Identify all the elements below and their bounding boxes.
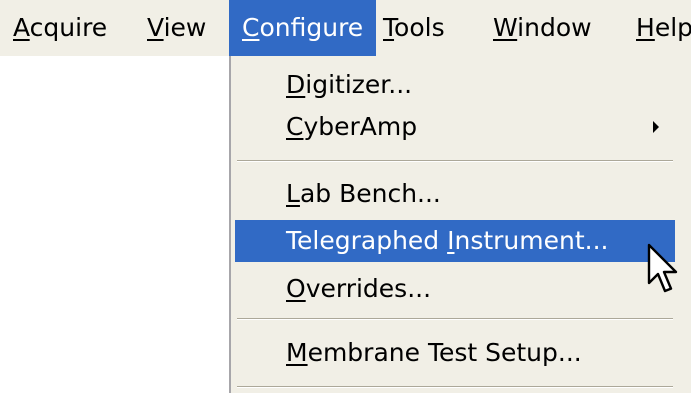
menu-item-membrane-test-setup[interactable]: Membrane Test Setup... (235, 332, 675, 374)
menu-item-overrides[interactable]: Overrides... (235, 268, 675, 310)
menu-bar: Acquire View Configure Tools Window Help (0, 0, 691, 56)
menu-tools[interactable]: Tools (370, 0, 458, 56)
menu-item-lab-bench[interactable]: Lab Bench... (235, 173, 675, 215)
menu-help[interactable]: Help (623, 0, 691, 56)
menu-item-digitizer[interactable]: Digitizer... (235, 64, 675, 106)
menu-separator (237, 386, 673, 388)
triangle-right-icon (653, 121, 659, 133)
mouse-pointer-icon (647, 243, 678, 293)
configure-dropdown-menu: Digitizer... CyberAmp Lab Bench... Teleg… (229, 56, 691, 393)
menu-separator (237, 160, 673, 162)
menu-acquire[interactable]: Acquire (0, 0, 120, 56)
menu-item-telegraphed-instrument[interactable]: Telegraphed Instrument... (235, 220, 675, 262)
menu-separator (237, 318, 673, 320)
menu-item-cyberamp[interactable]: CyberAmp (235, 106, 675, 148)
menu-view[interactable]: View (134, 0, 219, 56)
menu-configure[interactable]: Configure (229, 0, 377, 56)
menu-window[interactable]: Window (480, 0, 605, 56)
